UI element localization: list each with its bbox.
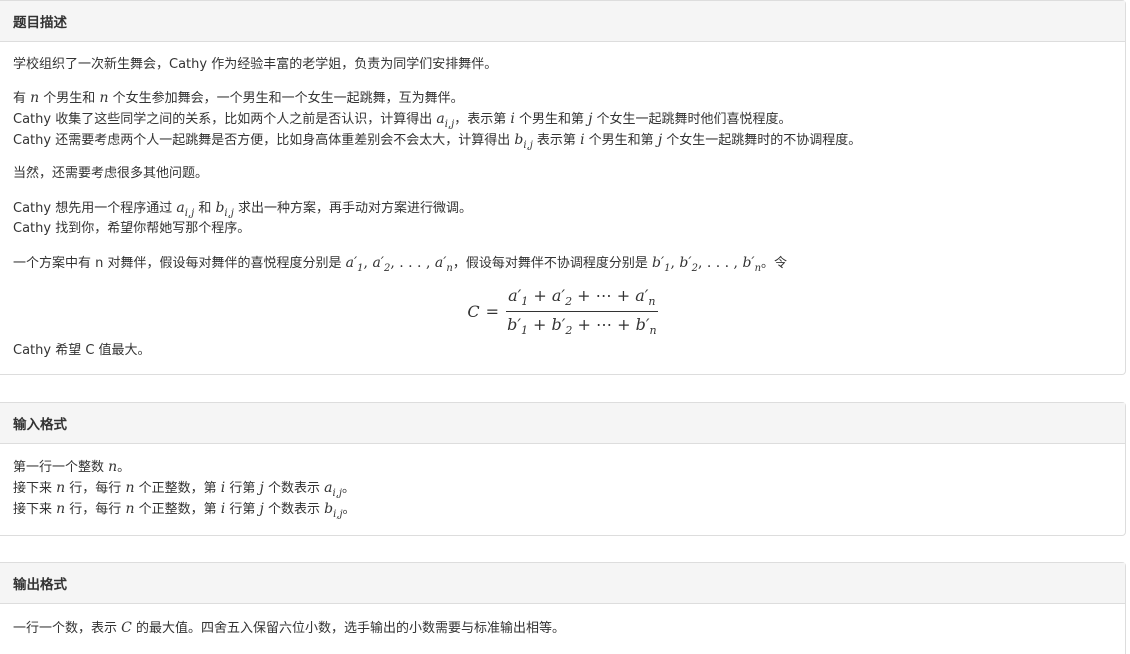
input-line-3: 接下来 n 行，每行 n 个正整数，第 i 行第 j 个数表示 bi,j。: [13, 501, 356, 520]
b-sequence-math: b′1, b′2, . . . , b′n: [652, 255, 762, 274]
input-body: 第一行一个整数 n。 接下来 n 行，每行 n 个正整数，第 i 行第 j 个数…: [0, 444, 1125, 535]
description-heading: 题目描述: [0, 1, 1125, 42]
output-body: 一行一个数，表示 C 的最大值。四舍五入保留六位小数，选手输出的小数需要与标准输…: [0, 604, 1125, 654]
desc-paragraph-2-line-3: Cathy 还需要考虑两个人一起跳舞是否方便，比如身高体重差别会不会太大，计算得…: [13, 132, 862, 151]
desc-paragraph-1: 学校组织了一次新生舞会，Cathy 作为经验丰富的老学姐，负责为同学们安排舞伴。: [13, 57, 498, 72]
output-panel: 输出格式 一行一个数，表示 C 的最大值。四舍五入保留六位小数，选手输出的小数需…: [0, 562, 1126, 654]
input-heading: 输入格式: [0, 403, 1125, 444]
input-line-1: 第一行一个整数 n。: [13, 459, 131, 475]
desc-paragraph-2-line-1: 有 n 个男生和 n 个女生参加舞会，一个男生和一个女生一起跳舞，互为舞伴。: [13, 90, 464, 106]
desc-paragraph-4-line-2: Cathy 找到你，希望你帮她写那个程序。: [13, 221, 251, 236]
objective-formula: C = a′1 + a′2 + ⋯ + a′n b′1 + b′2 + ⋯ + b…: [467, 286, 658, 338]
output-heading: 输出格式: [0, 563, 1125, 604]
description-title: 题目描述: [13, 15, 67, 31]
output-title: 输出格式: [13, 577, 67, 593]
formula-numerator: a′1 + a′2 + ⋯ + a′n: [506, 286, 658, 313]
desc-paragraph-3: 当然，还需要考虑很多其他问题。: [13, 166, 209, 181]
description-body: 学校组织了一次新生舞会，Cathy 作为经验丰富的老学姐，负责为同学们安排舞伴。…: [0, 42, 1125, 375]
desc-paragraph-6: Cathy 希望 C 值最大。: [13, 343, 151, 358]
formula-denominator: b′1 + b′2 + ⋯ + b′n: [507, 315, 657, 338]
output-line-1: 一行一个数，表示 C 的最大值。四舍五入保留六位小数，选手输出的小数需要与标准输…: [13, 620, 565, 636]
desc-paragraph-5: 一个方案中有 n 对舞伴，假设每对舞伴的喜悦程度分别是 a′1, a′2, . …: [13, 255, 788, 274]
a-sequence-math: a′1, a′2, . . . , a′n: [345, 255, 453, 274]
input-title: 输入格式: [13, 417, 67, 433]
description-panel: 题目描述 学校组织了一次新生舞会，Cathy 作为经验丰富的老学姐，负责为同学们…: [0, 0, 1126, 375]
input-panel: 输入格式 第一行一个整数 n。 接下来 n 行，每行 n 个正整数，第 i 行第…: [0, 402, 1126, 536]
